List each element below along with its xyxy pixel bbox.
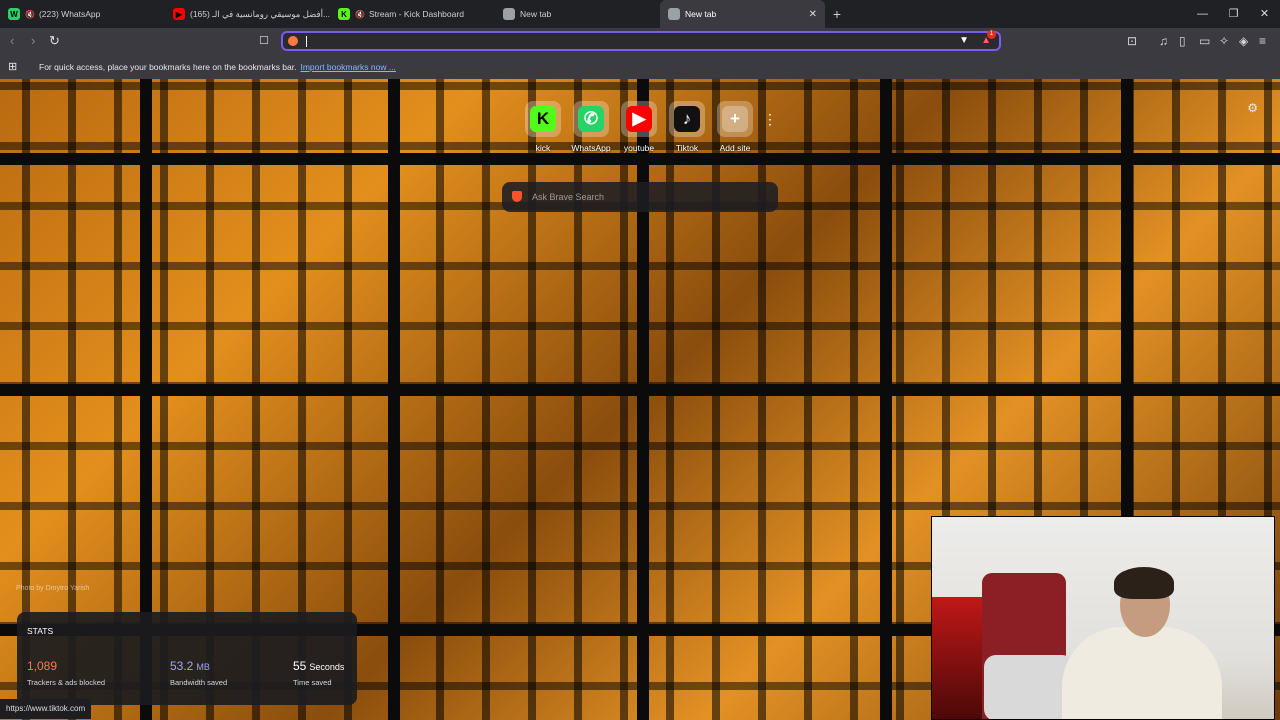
tab-title: Stream - Kick Dashboard — [368, 9, 464, 19]
photo-credit[interactable]: Photo by Dmytro Yarish — [16, 585, 89, 592]
top-site-icon: K — [525, 101, 561, 137]
search-box[interactable]: Ask Brave Search — [502, 182, 778, 212]
close-window-button[interactable]: ✕ — [1249, 0, 1280, 28]
tab-muted-icon[interactable]: 🔇 — [25, 10, 35, 19]
minimize-button[interactable]: — — [1187, 0, 1218, 28]
new-tab-button[interactable]: + — [825, 6, 849, 22]
site-info-icon[interactable] — [288, 36, 298, 46]
top-site-label: WhatsApp — [571, 143, 611, 153]
tab-title: New tab — [685, 9, 717, 19]
tab-strip: W 🔇 (223) WhatsApp ▶ (165) أفضل موسيقي رومان… — [0, 0, 1280, 28]
top-site-label: youtube — [623, 143, 655, 153]
apps-grid-icon[interactable]: ⊞ — [8, 60, 17, 73]
tab-title: (223) WhatsApp — [38, 9, 101, 19]
bookmarks-hint: For quick access, place your bookmarks h… — [39, 62, 297, 72]
clothes-pile — [984, 655, 1074, 719]
top-sites: Kkick ✆ WhatsApp ▶ youtube ♪ Tiktok + Add site ⋮ — [523, 101, 777, 153]
maximize-button[interactable]: ❐ — [1218, 0, 1249, 28]
tab-favicon-icon: K — [338, 8, 350, 20]
sidebar-icon[interactable]: ▯ — [1179, 34, 1186, 48]
top-site-whatsapp[interactable]: ✆ WhatsApp — [571, 101, 611, 153]
person-hair — [1114, 567, 1174, 599]
tab-title: (165) أفضل موسيقي رومانسية في الـ... — [190, 8, 330, 19]
search-placeholder: Ask Brave Search — [532, 192, 605, 202]
tab-favicon-icon — [668, 8, 680, 20]
stat-unit: MB — [196, 662, 210, 672]
bookmarks-bar: ⊞ For quick access, place your bookmarks… — [0, 55, 1280, 79]
new-tab-page: Kkick ✆ WhatsApp ▶ youtube ♪ Tiktok + Add site ⋮ … — [0, 79, 1280, 720]
stats-widget: STATS 1,089 Trackers & ads blocked 53.2 MB B… — [17, 612, 357, 705]
tab-title: New tab — [520, 9, 552, 19]
stat-value: 53.2 — [170, 659, 194, 673]
tab-0[interactable]: W 🔇 (223) WhatsApp — [0, 0, 165, 28]
text-caret — [306, 36, 307, 47]
address-bar[interactable]: ▼ ▲ 1 — [281, 30, 1001, 51]
top-site-kick[interactable]: Kkick — [523, 101, 563, 153]
rewards-badge: 1 — [987, 30, 996, 39]
tab-4[interactable]: New tab ✕ — [660, 0, 825, 28]
tab-3[interactable]: New tab — [495, 0, 660, 28]
pc-case — [932, 597, 982, 719]
status-bubble-url: https://www.tiktok.com — [0, 699, 92, 719]
settings-gear-icon[interactable]: ⚙ — [1247, 101, 1258, 115]
webcam-overlay — [931, 516, 1275, 720]
stat-item: 1,089 Trackers & ads blocked — [27, 657, 105, 687]
top-site-tiktok[interactable]: ♪ Tiktok — [667, 101, 707, 153]
top-site-icon: + — [717, 101, 753, 137]
stat-value: 1,089 — [27, 659, 58, 673]
toolbar: ‹ › ↻ ☐ ▼ ▲ 1 ⊡ ♫ ▯ ▭ ✧ ◈ ≡ — [0, 28, 1280, 55]
top-sites-more-icon[interactable]: ⋮ — [763, 101, 777, 153]
tab-muted-icon[interactable]: 🔇 — [355, 10, 365, 19]
brave-shields-icon[interactable]: ▼ — [959, 35, 969, 46]
tab-favicon-icon: ▶ — [173, 8, 185, 20]
import-bookmarks-link[interactable]: Import bookmarks now ... — [300, 62, 395, 72]
tab-1[interactable]: ▶ (165) أفضل موسيقي رومانسية في الـ... — [165, 0, 330, 28]
tab-2[interactable]: K 🔇 Stream - Kick Dashboard — [330, 0, 495, 28]
brave-search-icon — [512, 191, 522, 202]
reload-button[interactable]: ↻ — [49, 33, 60, 49]
menu-icon[interactable]: ≡ — [1259, 34, 1266, 48]
stat-value: 55 — [293, 659, 307, 673]
top-site-label: Add site — [719, 143, 751, 153]
person-body — [1062, 627, 1222, 719]
top-site-youtube[interactable]: ▶ youtube — [619, 101, 659, 153]
vpn-icon[interactable]: ◈ — [1239, 34, 1248, 48]
window-controls: — ❐ ✕ — [1187, 0, 1280, 28]
tab-favicon-icon — [503, 8, 515, 20]
stats-heading: STATS — [27, 626, 54, 636]
close-tab-button[interactable]: ✕ — [809, 9, 817, 20]
top-site-add-site[interactable]: + Add site — [715, 101, 755, 153]
top-site-label: Tiktok — [675, 143, 699, 153]
tab-favicon-icon: W — [8, 8, 20, 20]
top-site-icon: ▶ — [621, 101, 657, 137]
stat-description: Time saved — [293, 678, 332, 687]
stat-unit: Seconds — [309, 662, 345, 672]
stat-item: 53.2 MB Bandwidth saved — [170, 657, 227, 687]
top-site-icon: ♪ — [669, 101, 705, 137]
stat-description: Trackers & ads blocked — [27, 678, 106, 687]
music-icon[interactable]: ♫ — [1159, 34, 1168, 48]
stat-item: 55 Seconds Time saved — [293, 657, 344, 687]
stat-description: Bandwidth saved — [170, 678, 228, 687]
leo-ai-icon[interactable]: ✧ — [1219, 34, 1229, 48]
bookmark-button[interactable]: ☐ — [259, 34, 269, 47]
tab-search-icon[interactable]: ⊡ — [1127, 34, 1137, 48]
top-site-label: kick — [535, 143, 551, 153]
wallet-icon[interactable]: ▭ — [1199, 34, 1210, 48]
back-button[interactable]: ‹ — [10, 33, 14, 48]
top-site-icon: ✆ — [573, 101, 609, 137]
forward-button[interactable]: › — [31, 33, 35, 48]
